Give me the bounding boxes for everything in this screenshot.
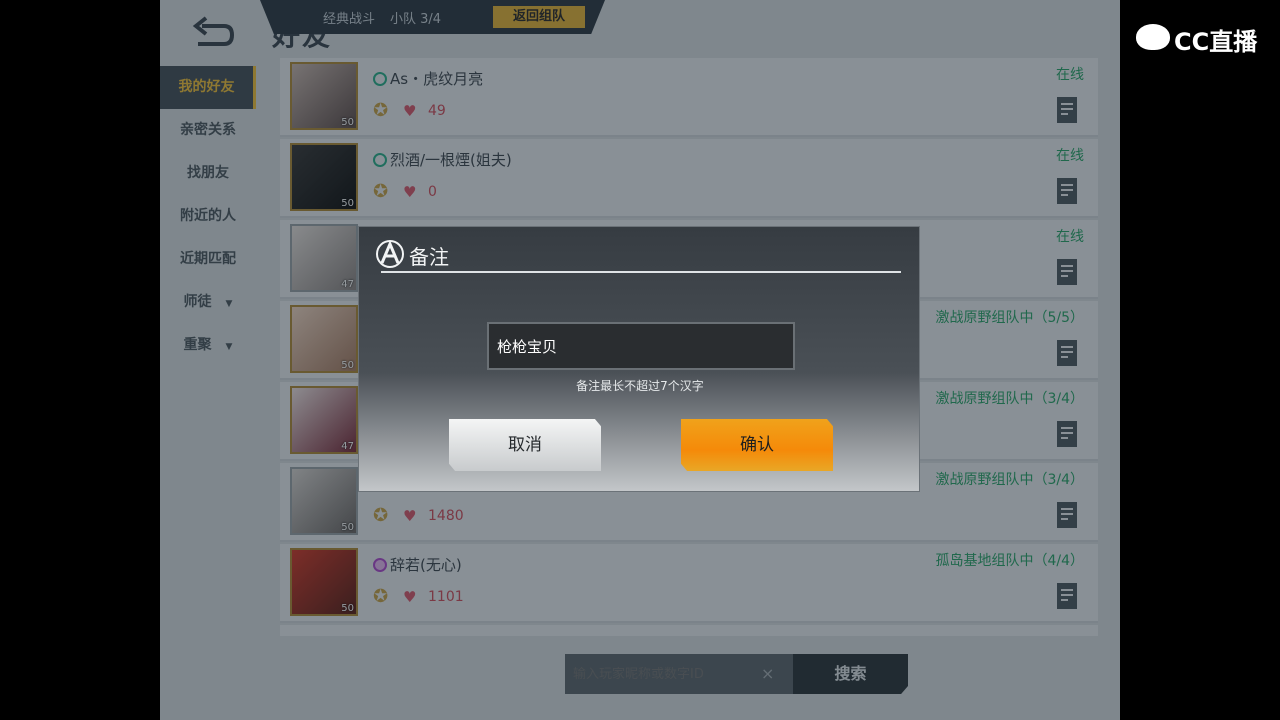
screen: 好友 经典战斗 小队 3/4 返回组队 我的好友 亲密关系 找朋友 附近的人 近… — [0, 0, 1280, 720]
game-logo-icon — [376, 240, 404, 268]
divider — [381, 271, 901, 273]
note-dialog: 备注 备注最长不超过7个汉字 取消 确认 — [358, 226, 920, 492]
dialog-title: 备注 — [409, 245, 449, 269]
cc-live-watermark: CC直播 — [1136, 20, 1260, 56]
note-hint: 备注最长不超过7个汉字 — [576, 379, 704, 393]
cancel-button[interactable]: 取消 — [449, 419, 601, 471]
watermark-text: CC直播 — [1174, 28, 1258, 56]
cc-mascot-icon — [1136, 24, 1170, 50]
confirm-button[interactable]: 确认 — [681, 419, 833, 471]
note-input[interactable] — [487, 322, 795, 370]
game-viewport: 好友 经典战斗 小队 3/4 返回组队 我的好友 亲密关系 找朋友 附近的人 近… — [160, 0, 1120, 720]
